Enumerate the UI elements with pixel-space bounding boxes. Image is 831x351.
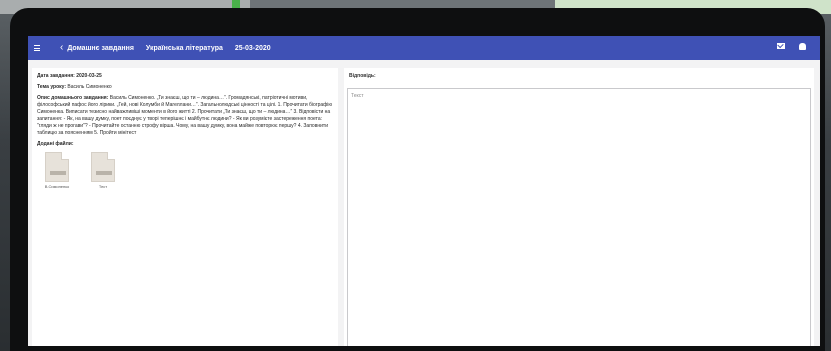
monitor-bottom: [10, 346, 825, 351]
app-screen: ‹ Домашнє завдання Українська література…: [28, 36, 820, 351]
bell-icon[interactable]: [799, 43, 806, 50]
subject-title: Українська література: [145, 44, 223, 52]
assignment-date-row: Дата завдання: 2020-03-25: [37, 73, 333, 80]
attached-file[interactable]: Тест: [87, 152, 119, 190]
answer-box: [347, 88, 811, 351]
back-link[interactable]: Домашнє завдання: [67, 45, 134, 52]
assignment-date-label: Дата завдання:: [37, 73, 75, 79]
lesson-topic-label: Тема уроку:: [37, 84, 67, 90]
answer-label: Відповідь:: [349, 73, 376, 79]
mail-icon[interactable]: [777, 43, 785, 49]
assignment-description: Опис домашнього завдання: Василь Симонен…: [37, 95, 333, 137]
file-name: В.Симоненко: [44, 184, 70, 189]
attached-file[interactable]: В.Симоненко: [41, 152, 73, 190]
file-icon[interactable]: [91, 152, 115, 182]
chevron-left-icon[interactable]: ‹: [60, 43, 63, 53]
app-header: ‹ Домашнє завдання Українська література…: [28, 36, 820, 60]
lesson-topic-row: Тема уроку: Василь Симоненко: [37, 84, 333, 91]
file-name: Тест: [98, 184, 108, 189]
attached-files-list: В.Симоненко Тест: [41, 152, 333, 190]
menu-icon[interactable]: [34, 45, 52, 51]
lesson-topic-value: Василь Симоненко: [67, 84, 112, 90]
attached-files-label: Додані файли:: [37, 141, 74, 147]
answer-input[interactable]: [348, 89, 810, 351]
answer-panel: Відповідь:: [344, 68, 814, 351]
description-label: Опис домашнього завдання:: [37, 95, 109, 101]
file-icon[interactable]: [45, 152, 69, 182]
description-text: Василь Симоненко. „Ти знаєш, що ти – люд…: [37, 95, 333, 136]
assignment-panel: Дата завдання: 2020-03-25 Тема уроку: Ва…: [32, 68, 338, 351]
assignment-date-value: 2020-03-25: [76, 73, 102, 79]
header-date: 25-03-2020: [234, 44, 271, 52]
